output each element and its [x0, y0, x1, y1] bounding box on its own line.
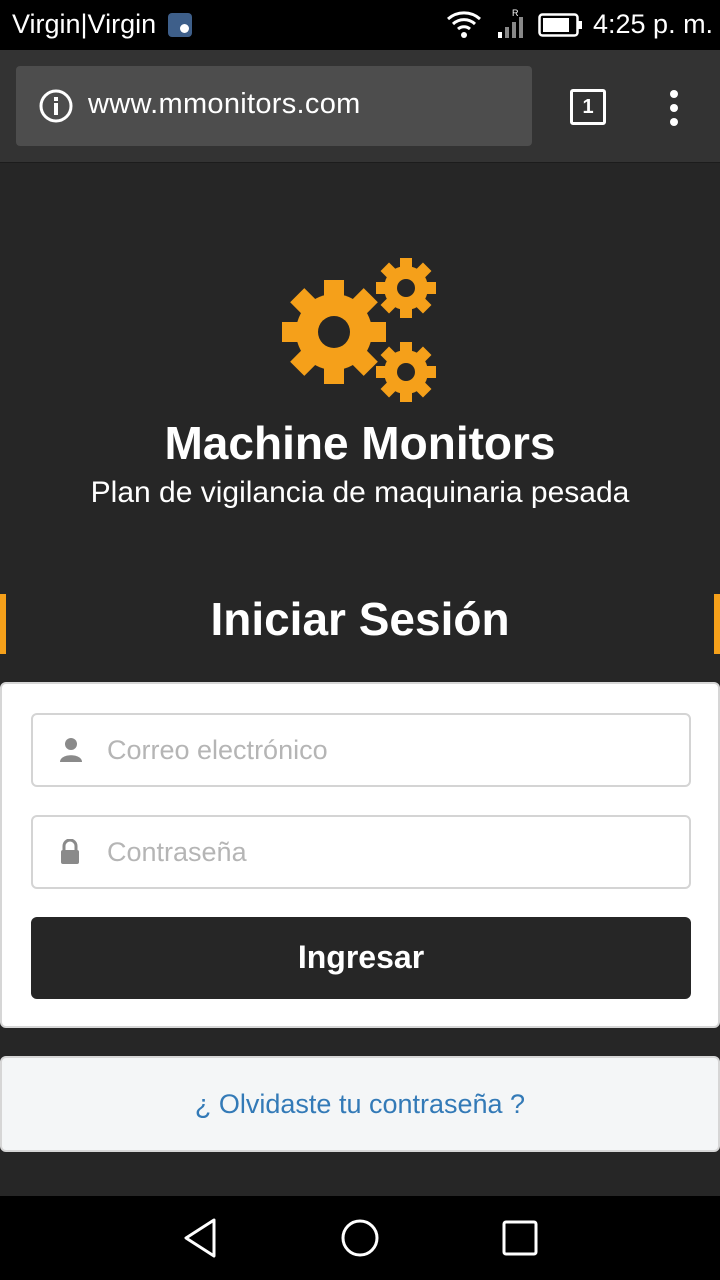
- login-form: Ingresar: [0, 682, 720, 1028]
- lock-icon: [61, 839, 79, 864]
- sim-notification-icon: [168, 13, 192, 37]
- user-icon: [60, 738, 82, 762]
- tab-switcher-button[interactable]: 1: [570, 89, 606, 125]
- email-input[interactable]: [107, 727, 677, 773]
- forgot-password-box: ¿ Olvidaste tu contraseña ?: [0, 1056, 720, 1152]
- login-heading: Iniciar Sesión: [210, 593, 510, 645]
- back-icon[interactable]: [180, 1216, 220, 1260]
- browser-toolbar: www.mmonitors.com 1: [0, 50, 720, 163]
- cell-signal-icon: R: [498, 8, 523, 38]
- url-text[interactable]: www.mmonitors.com: [88, 88, 361, 121]
- overflow-menu-icon[interactable]: [664, 86, 684, 130]
- clock: 4:25 p. m.: [593, 9, 714, 39]
- status-bar: Virgin|Virgin R 4:25 p. m.: [0, 0, 720, 50]
- email-field[interactable]: [31, 713, 691, 787]
- recents-icon[interactable]: [500, 1216, 540, 1260]
- brand-title: Machine Monitors: [164, 417, 556, 469]
- brand-subtitle: Plan de vigilancia de maquinaria pesada: [90, 476, 630, 509]
- login-submit-button[interactable]: Ingresar: [31, 917, 691, 999]
- info-icon[interactable]: [38, 88, 74, 124]
- forgot-password-link[interactable]: ¿ Olvidaste tu contraseña ?: [195, 1089, 525, 1119]
- screen: Virgin|Virgin R 4:25 p. m. www.mmonitors…: [0, 0, 720, 1280]
- battery-icon: [538, 13, 582, 37]
- home-icon[interactable]: [340, 1216, 380, 1260]
- address-bar[interactable]: www.mmonitors.com: [16, 66, 532, 146]
- system-nav-bar: [0, 1196, 720, 1280]
- gears-logo-icon: [282, 258, 436, 402]
- password-field[interactable]: [31, 815, 691, 889]
- roaming-badge: R: [512, 8, 519, 18]
- carrier-name: Virgin|Virgin: [12, 9, 157, 39]
- password-input[interactable]: [107, 829, 677, 875]
- wifi-icon: [447, 11, 481, 38]
